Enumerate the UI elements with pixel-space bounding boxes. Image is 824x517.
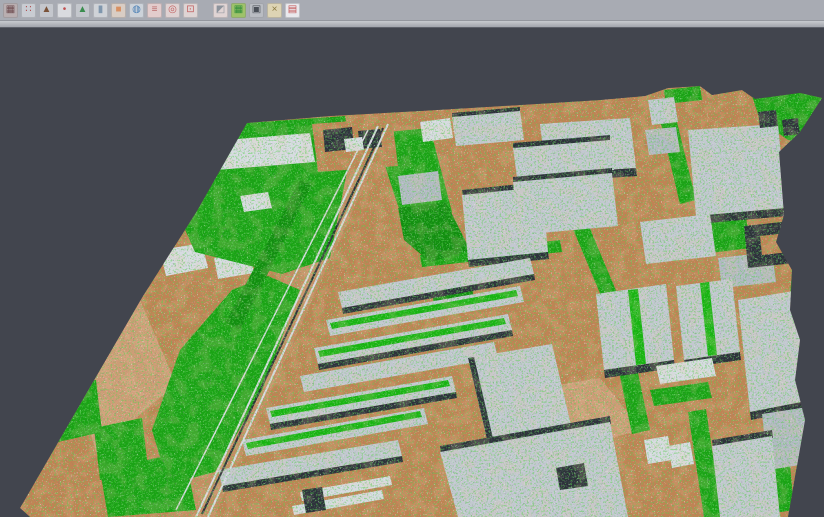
target-ring-icon[interactable]: ◎ xyxy=(165,3,180,18)
panel-icon[interactable]: ▮ xyxy=(93,3,108,18)
clear-cross-icon[interactable]: × xyxy=(267,3,282,18)
camera-icon[interactable]: ▣ xyxy=(249,3,264,18)
layers-list-icon[interactable]: ≡ xyxy=(147,3,162,18)
green-mound-icon[interactable]: ▲ xyxy=(75,3,90,18)
terrain-mound-icon[interactable]: ▲ xyxy=(39,3,54,18)
mosaic-tool-icon[interactable]: ▦ xyxy=(3,3,18,18)
toolbar-divider xyxy=(0,21,824,28)
scene-veg xyxy=(790,240,824,305)
point-cloud xyxy=(0,28,824,517)
point-speckle-layer xyxy=(0,28,824,517)
sphere-select-icon[interactable]: ◩ xyxy=(213,3,228,18)
toolbar: ▦∷▲•▲▮■◍≡◎⊡◩▦▣×▤ xyxy=(0,0,824,21)
scene-veg xyxy=(788,148,804,178)
globe-icon[interactable]: ◍ xyxy=(129,3,144,18)
classification-map-icon[interactable]: ▦ xyxy=(231,3,246,18)
point-pick-icon[interactable]: • xyxy=(57,3,72,18)
orange-layer-icon[interactable]: ■ xyxy=(111,3,126,18)
app-window: ▦∷▲•▲▮■◍≡◎⊡◩▦▣×▤ xyxy=(0,0,824,517)
point-cloud-scene xyxy=(0,28,824,517)
3d-viewport[interactable] xyxy=(0,28,824,517)
toolbar-group-gap xyxy=(201,3,210,18)
scatter-points-icon[interactable]: ∷ xyxy=(21,3,36,18)
crop-box-icon[interactable]: ⊡ xyxy=(183,3,198,18)
remove-rows-icon[interactable]: ▤ xyxy=(285,3,300,18)
